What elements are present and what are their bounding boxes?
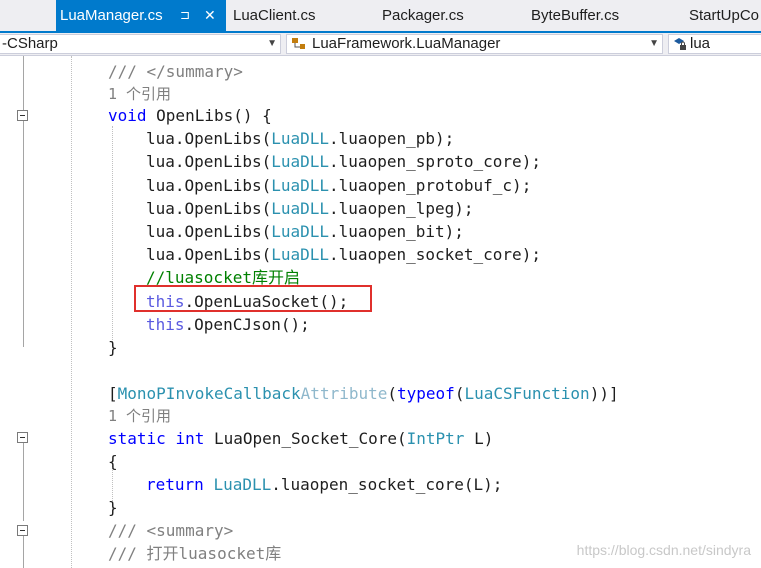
field-lock-icon <box>672 37 688 51</box>
member-label: lua <box>690 35 711 52</box>
code-line: lua.OpenLibs(LuaDLL.luaopen_socket_core)… <box>146 245 541 264</box>
code-line: lua.OpenLibs(LuaDLL.luaopen_lpeg); <box>146 199 474 218</box>
highlight-box <box>134 285 372 312</box>
code-line: /// <summary> <box>108 521 234 540</box>
class-dropdown[interactable]: LuaFramework.LuaManager ▼ <box>286 34 663 54</box>
code-line: } <box>108 498 118 517</box>
class-label: LuaFramework.LuaManager <box>312 35 501 52</box>
code-lens-references[interactable]: 1 个引用 <box>108 405 171 428</box>
outline-line <box>23 56 24 111</box>
tab-startup[interactable]: StartUpCo <box>689 0 759 31</box>
collapse-icon[interactable] <box>17 110 28 121</box>
code-line: /// </summary> <box>108 62 243 81</box>
code-line: lua.OpenLibs(LuaDLL.luaopen_pb); <box>146 129 455 148</box>
chevron-down-icon: ▼ <box>649 38 659 49</box>
navigation-bar: -CSharp ▼ LuaFramework.LuaManager ▼ lua <box>0 33 761 56</box>
collapse-icon[interactable] <box>17 525 28 536</box>
outline-line <box>23 443 24 521</box>
outline-line <box>23 536 24 568</box>
code-editor[interactable]: /// </summary> 1 个引用 void OpenLibs() { l… <box>0 56 761 568</box>
code-line: lua.OpenLibs(LuaDLL.luaopen_bit); <box>146 222 464 241</box>
code-line: lua.OpenLibs(LuaDLL.luaopen_sproto_core)… <box>146 152 541 171</box>
indent-guide <box>71 56 72 568</box>
document-tab-bar: LuaManager.cs ⊐ ✕ LuaClient.cs Packager.… <box>0 0 761 31</box>
tab-label: StartUpCo <box>689 7 760 24</box>
project-label: -CSharp <box>2 35 58 52</box>
code-attribute: [MonoPInvokeCallbackAttribute(typeof(Lua… <box>108 384 619 403</box>
project-dropdown[interactable]: -CSharp ▼ <box>0 34 281 54</box>
indent-guide <box>112 126 113 346</box>
code-line: } <box>108 338 118 357</box>
code-lens-references[interactable]: 1 个引用 <box>108 83 171 106</box>
tab-label: Packager.cs <box>382 7 464 24</box>
watermark: https://blog.csdn.net/sindyra <box>576 542 751 558</box>
code-line: /// 打开luasocket库 <box>108 544 282 563</box>
code-line: return LuaDLL.luaopen_socket_core(L); <box>146 475 503 494</box>
tab-bytebuffer[interactable]: ByteBuffer.cs <box>531 0 619 31</box>
code-line: { <box>108 452 118 471</box>
tab-label: LuaManager.cs <box>60 7 163 24</box>
tab-luamanager[interactable]: LuaManager.cs ⊐ ✕ <box>56 0 226 31</box>
code-line: static int LuaOpen_Socket_Core(IntPtr L) <box>108 429 494 448</box>
tab-packager[interactable]: Packager.cs <box>382 0 464 31</box>
class-icon <box>291 37 307 51</box>
tab-luaclient[interactable]: LuaClient.cs <box>233 0 316 31</box>
pin-icon[interactable]: ⊐ <box>180 0 190 31</box>
tab-label: LuaClient.cs <box>233 7 316 24</box>
member-dropdown[interactable]: lua <box>668 34 761 54</box>
code-line: lua.OpenLibs(LuaDLL.luaopen_protobuf_c); <box>146 176 532 195</box>
code-line: void OpenLibs() { <box>108 106 272 125</box>
code-line: this.OpenCJson(); <box>146 315 310 334</box>
chevron-down-icon: ▼ <box>267 38 277 49</box>
close-icon[interactable]: ✕ <box>204 0 216 31</box>
tab-label: ByteBuffer.cs <box>531 7 620 24</box>
collapse-icon[interactable] <box>17 432 28 443</box>
outline-line <box>23 121 24 347</box>
